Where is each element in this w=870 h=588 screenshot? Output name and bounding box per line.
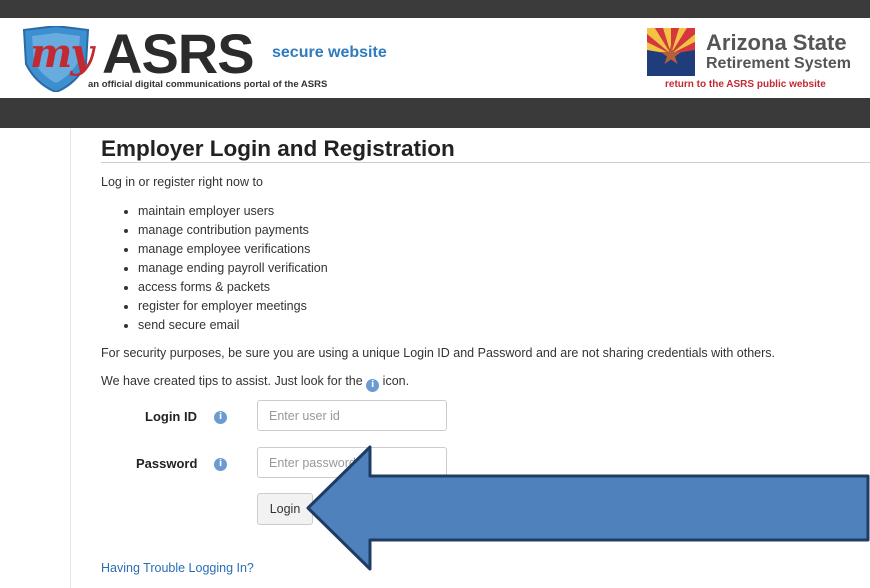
trouble-logging-in-link[interactable]: Having Trouble Logging In?: [101, 561, 254, 575]
logo-my-text: my: [30, 30, 94, 77]
info-icon: i: [366, 379, 380, 392]
list-item: send secure email: [138, 316, 328, 335]
list-item: access forms & packets: [138, 278, 328, 297]
page-title: Employer Login and Registration: [101, 136, 455, 161]
nav-bar: [0, 98, 870, 128]
list-item: register for employer meetings: [138, 297, 328, 316]
org-title: Arizona State: [706, 30, 847, 55]
login-id-input[interactable]: [257, 400, 447, 431]
tips-text-before: We have created tips to assist. Just loo…: [101, 374, 363, 388]
password-label: Password: [136, 456, 198, 471]
login-id-label: Login ID: [145, 409, 197, 424]
info-icon[interactable]: i: [214, 411, 227, 424]
title-underline: [101, 162, 870, 163]
top-bar: [0, 0, 870, 18]
list-item: manage ending payroll verification: [138, 259, 328, 278]
list-item: maintain employer users: [138, 202, 328, 221]
arrow-pointer-icon: [306, 445, 870, 571]
myasrs-logo[interactable]: my ASRS secure website an official digit…: [14, 24, 434, 94]
logo-tagline: an official digital communications porta…: [88, 79, 328, 90]
list-item: manage contribution payments: [138, 221, 328, 240]
logo-secure-text: secure website: [272, 44, 387, 61]
intro-text: Log in or register right now to: [101, 175, 263, 189]
site-header: my ASRS secure website an official digit…: [0, 18, 870, 98]
security-note: For security purposes, be sure you are u…: [101, 346, 775, 360]
feature-list: maintain employer users manage contribut…: [101, 202, 328, 335]
list-item: manage employee verifications: [138, 240, 328, 259]
logo-asrs-text: ASRS: [102, 22, 255, 85]
tips-note: We have created tips to assist. Just loo…: [101, 374, 409, 392]
org-subtitle: Retirement System: [706, 55, 851, 72]
login-button[interactable]: Login: [257, 493, 313, 525]
info-icon[interactable]: i: [214, 458, 227, 471]
return-public-site-link[interactable]: return to the ASRS public website: [665, 79, 826, 90]
tips-text-after: icon.: [382, 374, 410, 388]
left-divider: [70, 128, 71, 588]
arizona-flag-logo-icon: [647, 28, 695, 76]
